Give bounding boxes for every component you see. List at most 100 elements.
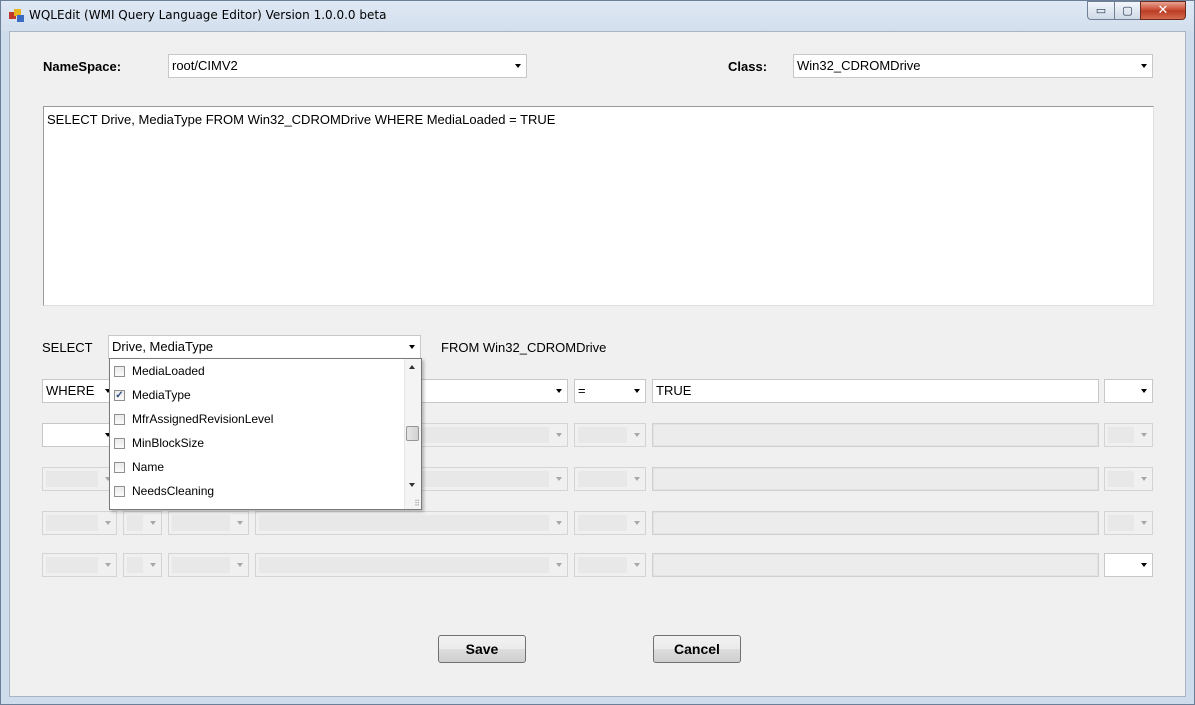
chevron-down-icon bbox=[1141, 521, 1147, 525]
app-icon bbox=[9, 9, 24, 22]
condition-not-combo-5[interactable] bbox=[168, 553, 249, 577]
chevron-down-icon bbox=[556, 389, 562, 393]
where-keyword-value: WHERE bbox=[46, 383, 95, 398]
cancel-button[interactable]: Cancel bbox=[653, 635, 741, 663]
condition-not-combo-4[interactable] bbox=[168, 511, 249, 535]
chevron-down-icon bbox=[1141, 64, 1147, 68]
list-item[interactable]: ✓ MediaType bbox=[114, 385, 191, 405]
condition-paren-combo-4[interactable] bbox=[123, 511, 162, 535]
condition-operator-combo-2[interactable] bbox=[574, 423, 646, 447]
close-button[interactable]: ✕ bbox=[1140, 1, 1186, 20]
condition-keyword-combo-2[interactable] bbox=[42, 423, 117, 447]
checkbox[interactable] bbox=[114, 437, 125, 449]
select-fields-combo[interactable]: Drive, MediaType bbox=[108, 335, 421, 359]
checkbox[interactable] bbox=[114, 485, 125, 497]
namespace-label: NameSpace: bbox=[43, 59, 122, 74]
list-item[interactable]: MinBlockSize bbox=[114, 433, 204, 453]
title-bar[interactable]: WQLEdit (WMI Query Language Editor) Vers… bbox=[1, 1, 1194, 31]
condition-value-input-5[interactable] bbox=[652, 553, 1099, 577]
chevron-down-icon bbox=[105, 563, 111, 567]
list-item-label: Name bbox=[132, 460, 165, 474]
where-operator-value: = bbox=[578, 383, 586, 398]
chevron-down-icon bbox=[409, 345, 415, 349]
condition-keyword-combo-5[interactable] bbox=[42, 553, 117, 577]
chevron-down-icon bbox=[634, 521, 640, 525]
checkbox[interactable] bbox=[114, 461, 125, 473]
checkbox[interactable] bbox=[114, 365, 125, 377]
chevron-down-icon bbox=[556, 433, 562, 437]
chevron-down-icon bbox=[556, 563, 562, 567]
condition-conjunction-combo-3[interactable] bbox=[1104, 467, 1153, 491]
chevron-down-icon bbox=[1141, 433, 1147, 437]
list-item-label: MfrAssignedRevisionLevel bbox=[132, 412, 274, 426]
where-value-input[interactable]: TRUE bbox=[652, 379, 1099, 403]
chevron-down-icon bbox=[634, 433, 640, 437]
from-clause-text: FROM Win32_CDROMDrive bbox=[441, 340, 607, 355]
list-item-label: MinBlockSize bbox=[132, 436, 205, 450]
list-item[interactable]: Name bbox=[114, 457, 164, 477]
class-value: Win32_CDROMDrive bbox=[797, 58, 921, 73]
list-item-label: MediaLoaded bbox=[132, 364, 205, 378]
condition-value-input-4[interactable] bbox=[652, 511, 1099, 535]
class-combo[interactable]: Win32_CDROMDrive bbox=[793, 54, 1153, 78]
condition-property-combo-2[interactable] bbox=[418, 423, 568, 447]
list-item[interactable]: MediaLoaded bbox=[114, 361, 205, 381]
chevron-down-icon bbox=[1141, 389, 1147, 393]
minimize-icon: ▭ bbox=[1095, 4, 1107, 17]
save-button[interactable]: Save bbox=[438, 635, 526, 663]
scroll-thumb[interactable] bbox=[406, 426, 419, 441]
where-keyword-combo[interactable]: WHERE bbox=[42, 379, 117, 403]
query-textarea[interactable]: SELECT Drive, MediaType FROM Win32_CDROM… bbox=[43, 106, 1154, 306]
condition-conjunction-combo-4[interactable] bbox=[1104, 511, 1153, 535]
maximize-button[interactable]: ▢ bbox=[1114, 1, 1140, 20]
select-fields-value: Drive, MediaType bbox=[112, 339, 214, 354]
list-item[interactable]: MfrAssignedRevisionLevel bbox=[114, 409, 273, 429]
client-area: NameSpace: root/CIMV2 Class: Win32_CDROM… bbox=[9, 31, 1186, 697]
condition-conjunction-combo-2[interactable] bbox=[1104, 423, 1153, 447]
condition-keyword-combo-4[interactable] bbox=[42, 511, 117, 535]
condition-property-combo-3[interactable] bbox=[418, 467, 568, 491]
scroll-up-icon[interactable] bbox=[409, 365, 415, 369]
checkbox[interactable]: ✓ bbox=[114, 389, 125, 401]
chevron-down-icon bbox=[237, 563, 243, 567]
minimize-button[interactable]: ▭ bbox=[1087, 1, 1114, 20]
list-item[interactable]: NeedsCleaning bbox=[114, 481, 214, 501]
chevron-down-icon bbox=[150, 563, 156, 567]
chevron-down-icon bbox=[515, 64, 521, 68]
scroll-down-icon[interactable] bbox=[409, 483, 415, 487]
where-operator-combo[interactable]: = bbox=[574, 379, 646, 403]
condition-property-combo-4[interactable] bbox=[255, 511, 568, 535]
chevron-down-icon bbox=[1141, 563, 1147, 567]
chevron-down-icon bbox=[1141, 477, 1147, 481]
condition-conjunction-combo-5[interactable] bbox=[1104, 553, 1153, 577]
checkbox[interactable] bbox=[114, 413, 125, 425]
chevron-down-icon bbox=[556, 521, 562, 525]
list-item-label: NeedsCleaning bbox=[132, 484, 215, 498]
select-fields-dropdown[interactable]: MediaLoaded ✓ MediaType MfrAssignedRevis… bbox=[109, 358, 422, 510]
condition-operator-combo-3[interactable] bbox=[574, 467, 646, 491]
condition-keyword-combo-3[interactable] bbox=[42, 467, 117, 491]
chevron-down-icon bbox=[237, 521, 243, 525]
condition-value-input-2[interactable] bbox=[652, 423, 1099, 447]
resize-grip-icon[interactable]: ⠿ bbox=[414, 499, 420, 508]
where-property-combo[interactable] bbox=[418, 379, 568, 403]
condition-value-input-3[interactable] bbox=[652, 467, 1099, 491]
where-value-text: TRUE bbox=[656, 383, 692, 398]
namespace-combo[interactable]: root/CIMV2 bbox=[168, 54, 527, 78]
chevron-down-icon bbox=[634, 389, 640, 393]
window-title: WQLEdit (WMI Query Language Editor) Vers… bbox=[29, 8, 387, 22]
chevron-down-icon bbox=[634, 563, 640, 567]
close-icon: ✕ bbox=[1157, 3, 1169, 18]
dropdown-scrollbar[interactable] bbox=[404, 359, 421, 509]
condition-operator-combo-5[interactable] bbox=[574, 553, 646, 577]
select-label: SELECT bbox=[42, 340, 93, 355]
class-label: Class: bbox=[728, 59, 768, 74]
app-window: WQLEdit (WMI Query Language Editor) Vers… bbox=[0, 0, 1195, 705]
where-conjunction-combo[interactable] bbox=[1104, 379, 1153, 403]
condition-paren-combo-5[interactable] bbox=[123, 553, 162, 577]
chevron-down-icon bbox=[105, 521, 111, 525]
chevron-down-icon bbox=[556, 477, 562, 481]
condition-operator-combo-4[interactable] bbox=[574, 511, 646, 535]
maximize-icon: ▢ bbox=[1122, 4, 1133, 17]
condition-property-combo-5[interactable] bbox=[255, 553, 568, 577]
